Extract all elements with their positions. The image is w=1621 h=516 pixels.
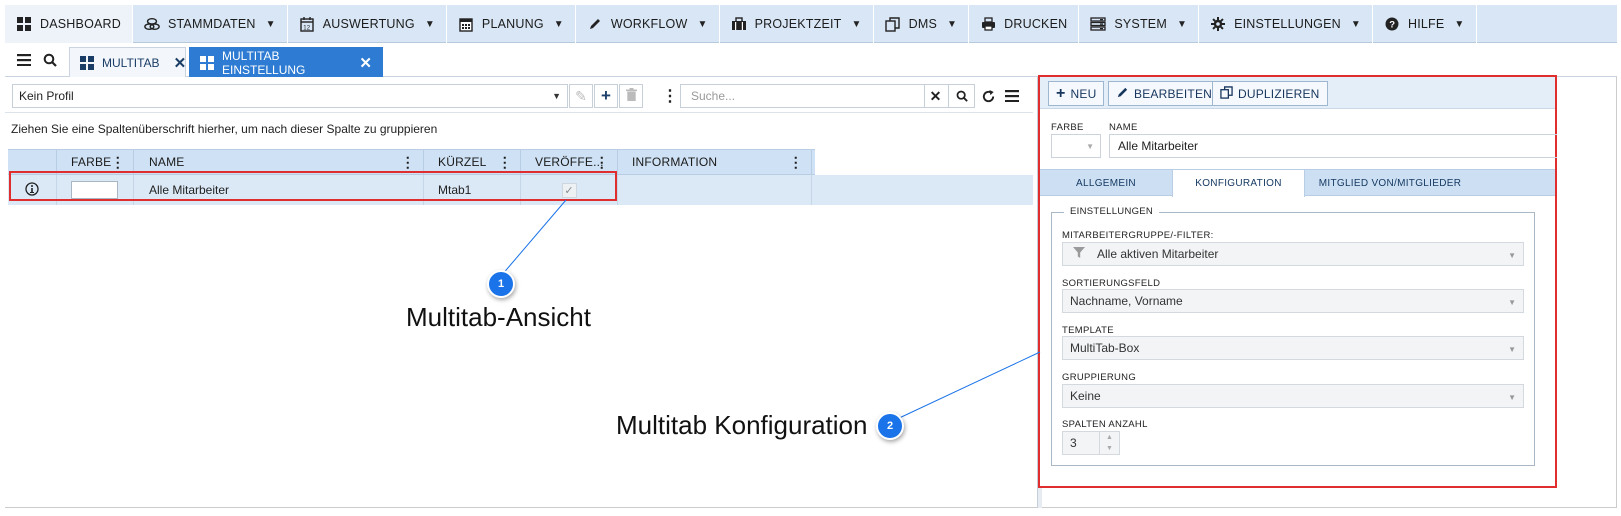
callout-line-2 [894, 351, 1041, 421]
callout-badge-1: 1 [487, 270, 515, 298]
callout-badge-2: 2 [876, 412, 904, 440]
callout-label-2: Multitab Konfiguration [616, 410, 868, 440]
callout-label-1: Multitab-Ansicht [406, 302, 591, 332]
callout-line-1 [500, 199, 567, 277]
